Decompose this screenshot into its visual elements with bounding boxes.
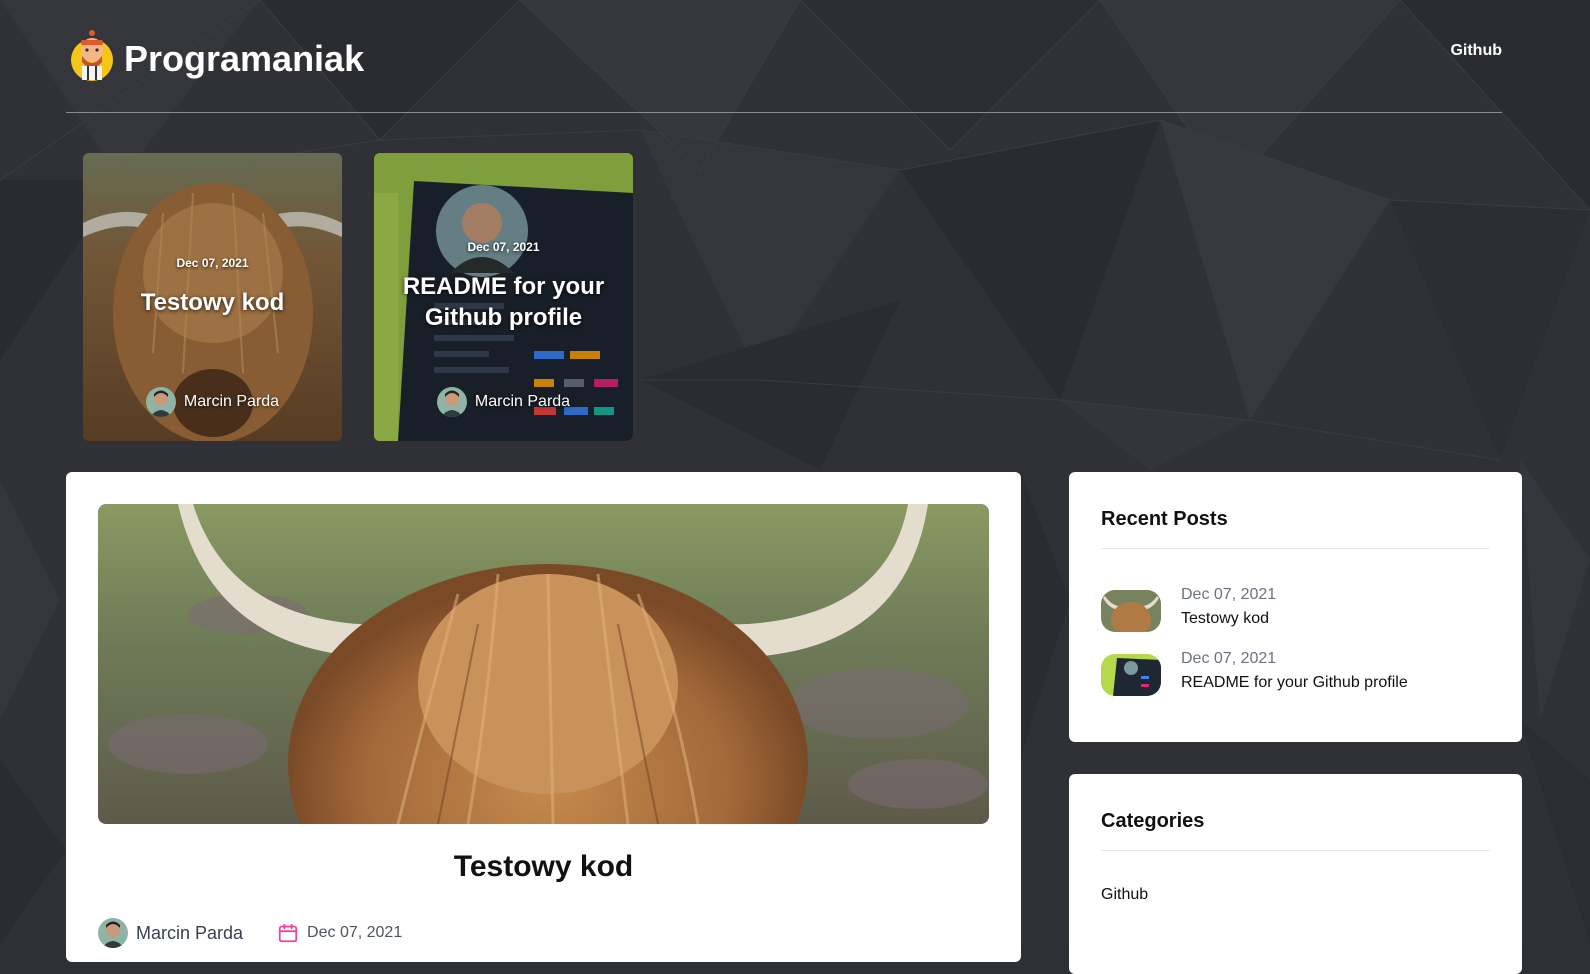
- featured-author[interactable]: Marcin Parda: [83, 387, 342, 417]
- site-title[interactable]: Programaniak: [124, 38, 364, 80]
- recent-post-thumbnail[interactable]: [1101, 590, 1161, 632]
- avatar: [436, 387, 467, 417]
- recent-post-date: Dec 07, 2021: [1181, 586, 1277, 603]
- recent-posts-widget: Recent Posts Dec 07, 2021 Testowy kod De…: [1069, 472, 1522, 742]
- featured-date: Dec 07, 2021: [467, 240, 540, 254]
- featured-author-name: Marcin Parda: [183, 393, 280, 410]
- featured-card[interactable]: Dec 07, 2021 README for your Github prof…: [374, 153, 633, 441]
- calendar-icon: [278, 923, 298, 943]
- featured-card[interactable]: Dec 07, 2021 Testowy kod Marcin Parda: [83, 153, 342, 441]
- categories-heading: Categories: [1101, 810, 1205, 832]
- article-hero-image: [98, 504, 989, 824]
- divider: [1101, 850, 1490, 851]
- article-author[interactable]: Marcin Parda: [136, 923, 243, 944]
- recent-post-item[interactable]: Dec 07, 2021 Testowy kod: [1101, 586, 1490, 636]
- nav-link-github[interactable]: Github: [1450, 42, 1502, 60]
- avatar: [145, 387, 176, 417]
- recent-posts-heading: Recent Posts: [1101, 508, 1228, 530]
- recent-post-title[interactable]: README for your Github profile: [1181, 674, 1408, 692]
- featured-author[interactable]: Marcin Parda: [374, 387, 633, 417]
- recent-post-date: Dec 07, 2021: [1181, 650, 1277, 667]
- site-header: Programaniak Github: [66, 28, 1502, 113]
- featured-title[interactable]: README for your Github profile: [384, 271, 623, 333]
- category-link-github[interactable]: Github: [1101, 886, 1148, 904]
- categories-widget: Categories Github: [1069, 774, 1522, 974]
- article-date: Dec 07, 2021: [307, 924, 403, 941]
- recent-post-item[interactable]: Dec 07, 2021 README for your Github prof…: [1101, 650, 1490, 700]
- featured-date: Dec 07, 2021: [176, 256, 249, 270]
- recent-post-thumbnail[interactable]: [1101, 654, 1161, 696]
- article-title: Testowy kod: [453, 850, 634, 883]
- article-card: Testowy kod Marcin Parda Dec 07, 2021: [66, 472, 1021, 962]
- featured-author-name: Marcin Parda: [474, 393, 571, 410]
- divider: [1101, 548, 1490, 549]
- featured-title[interactable]: Testowy kod: [93, 287, 332, 318]
- recent-post-title[interactable]: Testowy kod: [1181, 610, 1269, 628]
- mascot-logo-icon[interactable]: [68, 30, 116, 82]
